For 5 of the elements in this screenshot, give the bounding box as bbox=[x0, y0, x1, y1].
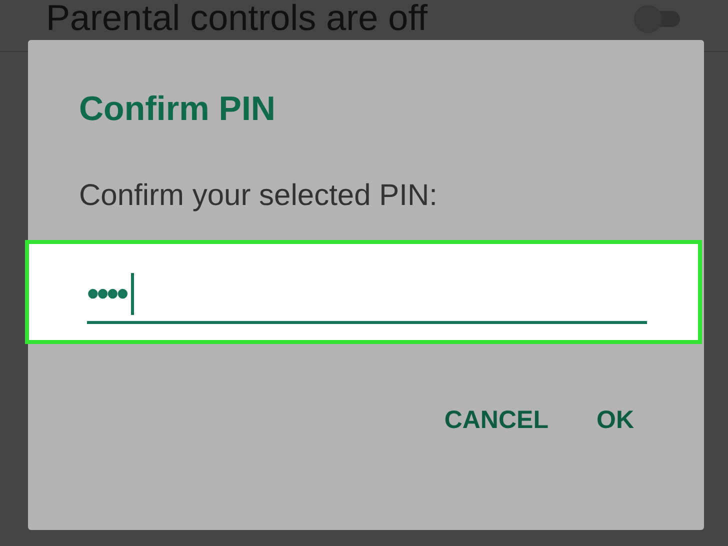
dialog-button[interactable]: OK bbox=[596, 402, 634, 440]
dialog-title: Confirm PIN bbox=[79, 89, 276, 130]
dialog-message: Confirm your selected PIN: bbox=[79, 178, 438, 214]
pin-field[interactable]: •••• bbox=[87, 266, 647, 324]
dialog-button[interactable]: CANCEL bbox=[444, 402, 548, 440]
